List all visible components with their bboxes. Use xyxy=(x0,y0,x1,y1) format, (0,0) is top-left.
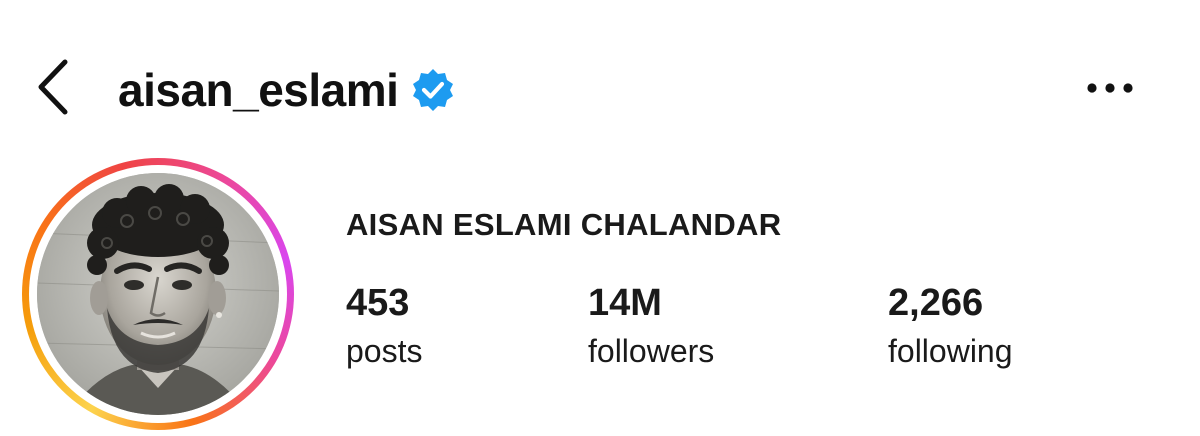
back-button[interactable] xyxy=(28,56,78,118)
posts-count: 453 xyxy=(346,282,410,324)
verified-badge-icon xyxy=(410,67,456,113)
profile-header: aisan_eslami xyxy=(0,0,1200,180)
stat-followers[interactable]: 14M followers xyxy=(588,282,714,370)
posts-label: posts xyxy=(346,332,423,369)
following-count: 2,266 xyxy=(888,282,984,324)
followers-label: followers xyxy=(588,332,715,369)
avatar[interactable] xyxy=(37,173,279,415)
profile-screen: aisan_eslami AISAN ESLAMI CHALANDAR 453 … xyxy=(0,0,1200,436)
following-label: following xyxy=(888,332,1013,369)
profile-full-name: AISAN ESLAMI CHALANDAR xyxy=(346,207,782,242)
stat-posts[interactable]: 453 posts xyxy=(346,282,422,370)
more-options-button[interactable] xyxy=(1080,66,1140,110)
stat-following[interactable]: 2,266 following xyxy=(888,282,1013,370)
story-ring[interactable] xyxy=(22,158,294,430)
chevron-left-icon xyxy=(38,59,68,115)
followers-count: 14M xyxy=(588,282,662,324)
avatar-photo xyxy=(37,173,279,415)
header-title: aisan_eslami xyxy=(118,58,456,122)
avatar-ring-gap xyxy=(29,165,287,423)
more-horizontal-icon xyxy=(1087,83,1133,93)
username: aisan_eslami xyxy=(118,64,399,116)
